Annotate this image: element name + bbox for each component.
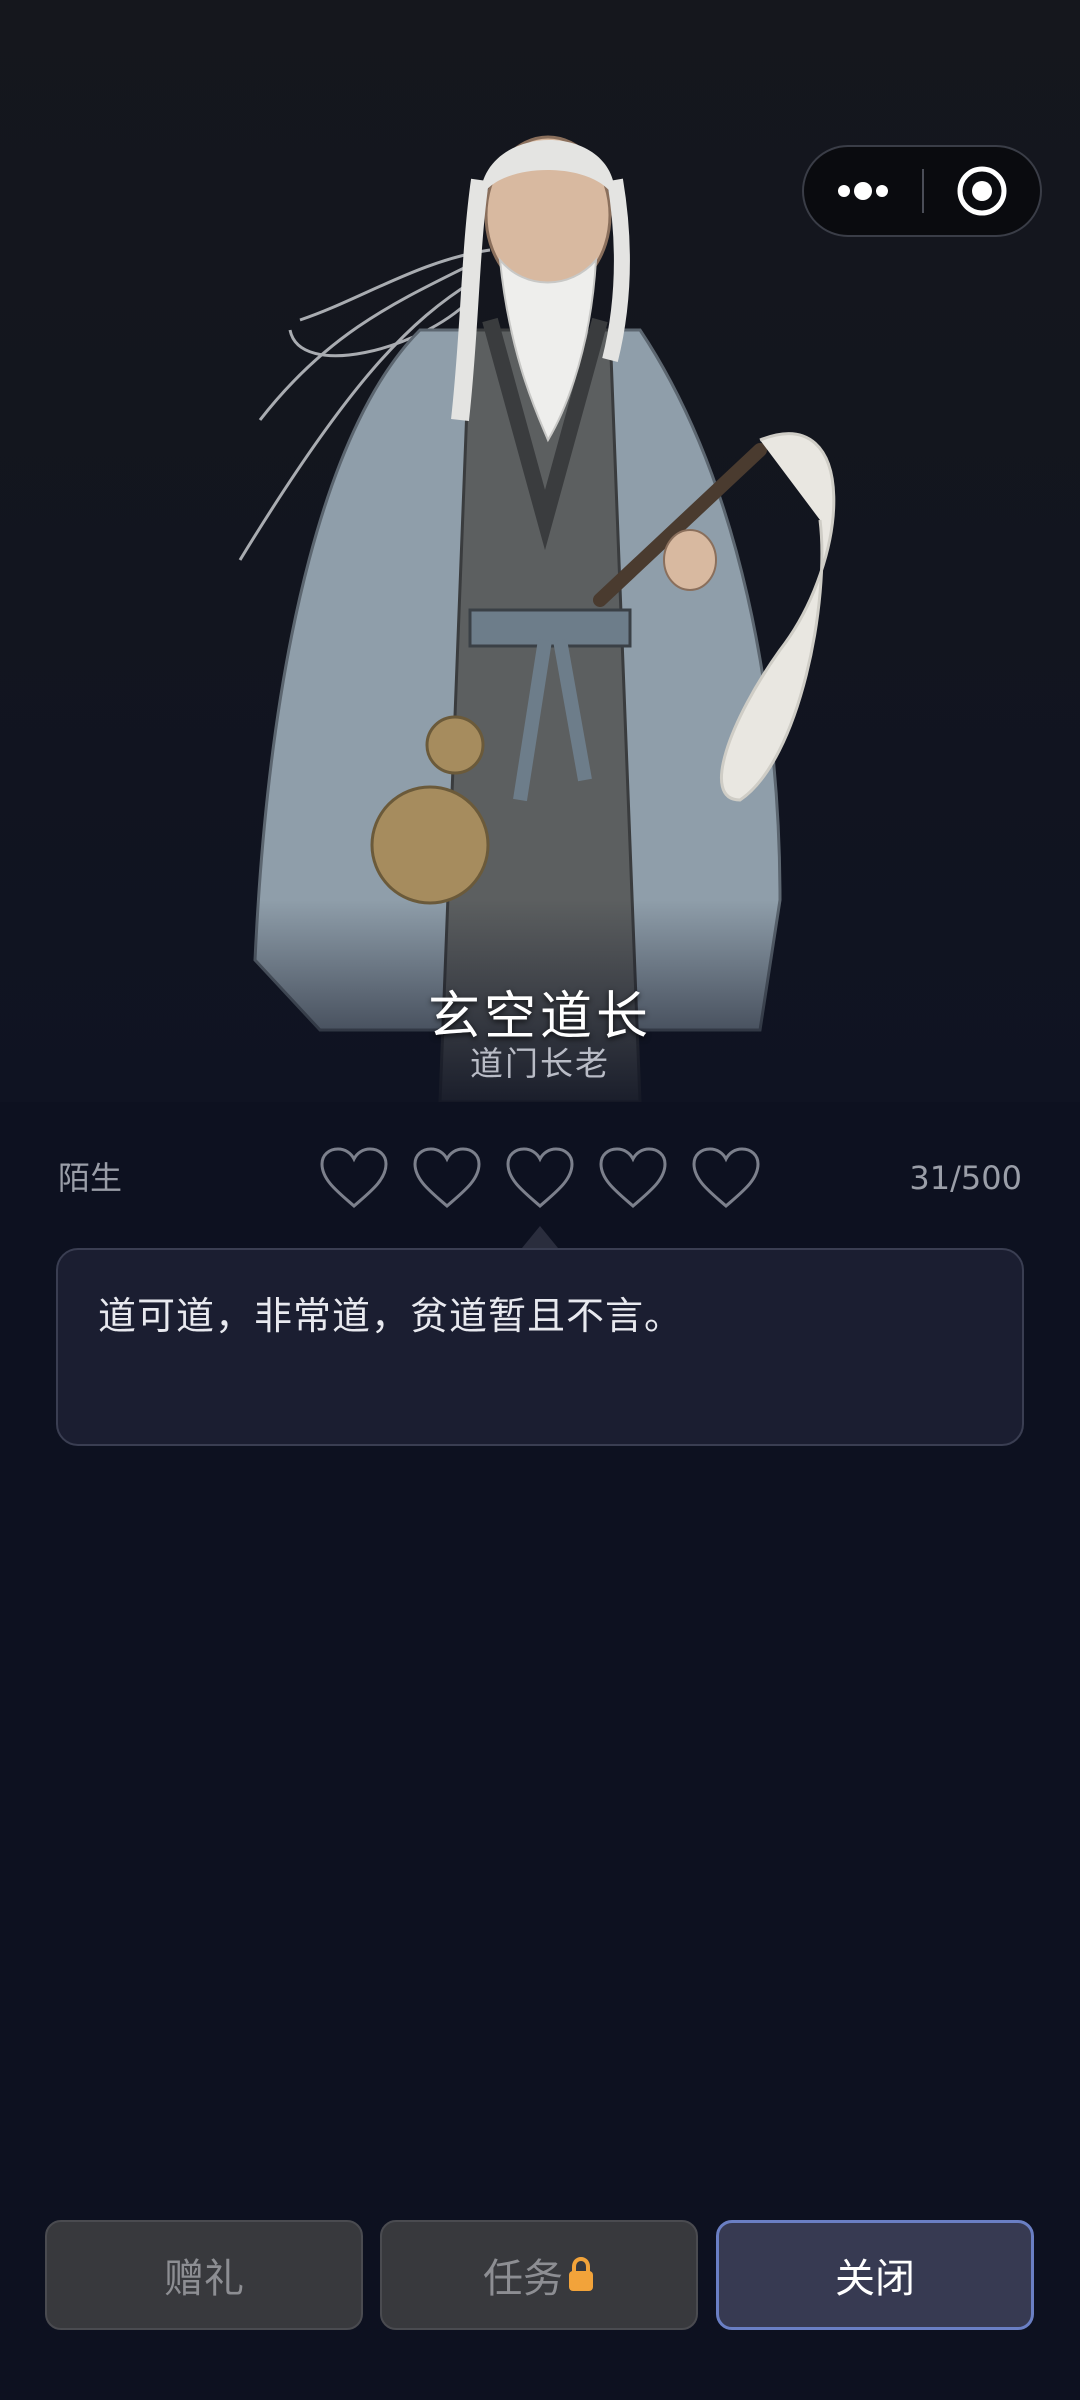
heart-outline-icon bbox=[692, 1147, 760, 1208]
npc-title: 道门长老 bbox=[470, 1044, 610, 1083]
heart-outline-icon bbox=[506, 1147, 574, 1208]
heart-outline-icon bbox=[320, 1147, 388, 1208]
gift-button-label: 赠礼 bbox=[164, 2256, 244, 2302]
capsule-close-button[interactable] bbox=[924, 147, 1040, 235]
dialogue-pointer bbox=[522, 1226, 558, 1248]
affinity-value: 31/500 bbox=[909, 1159, 1022, 1197]
npc-name: 玄空道长 bbox=[427, 987, 652, 1047]
close-button[interactable]: 关闭 bbox=[716, 2220, 1034, 2330]
relation-status: 陌生 bbox=[58, 1159, 123, 1197]
lock-icon bbox=[569, 2257, 593, 2291]
heart-outline-icon bbox=[599, 1147, 667, 1208]
close-button-label: 关闭 bbox=[835, 2256, 915, 2302]
gift-button[interactable]: 赠礼 bbox=[45, 2220, 363, 2330]
dialogue-box: 道可道，非常道，贫道暂且不言。 bbox=[56, 1248, 1024, 1446]
npc-dialogue-screen: 玄空道长 道门长老 陌生 31/500 道可道，非常道，贫道暂且不言。 赠礼 任… bbox=[0, 0, 1080, 2400]
dialogue-text: 道可道，非常道，贫道暂且不言。 bbox=[98, 1294, 684, 1338]
task-button[interactable]: 任务 bbox=[380, 2220, 698, 2330]
npc-name-block: 玄空道长 道门长老 bbox=[0, 985, 1080, 1085]
target-circle-icon bbox=[957, 166, 1007, 216]
affinity-hearts bbox=[318, 1146, 762, 1210]
heart-outline-icon bbox=[413, 1147, 481, 1208]
miniprogram-capsule bbox=[802, 145, 1042, 237]
task-button-label: 任务 bbox=[483, 2256, 563, 2302]
more-dots-icon bbox=[838, 182, 888, 200]
more-button[interactable] bbox=[804, 147, 922, 235]
